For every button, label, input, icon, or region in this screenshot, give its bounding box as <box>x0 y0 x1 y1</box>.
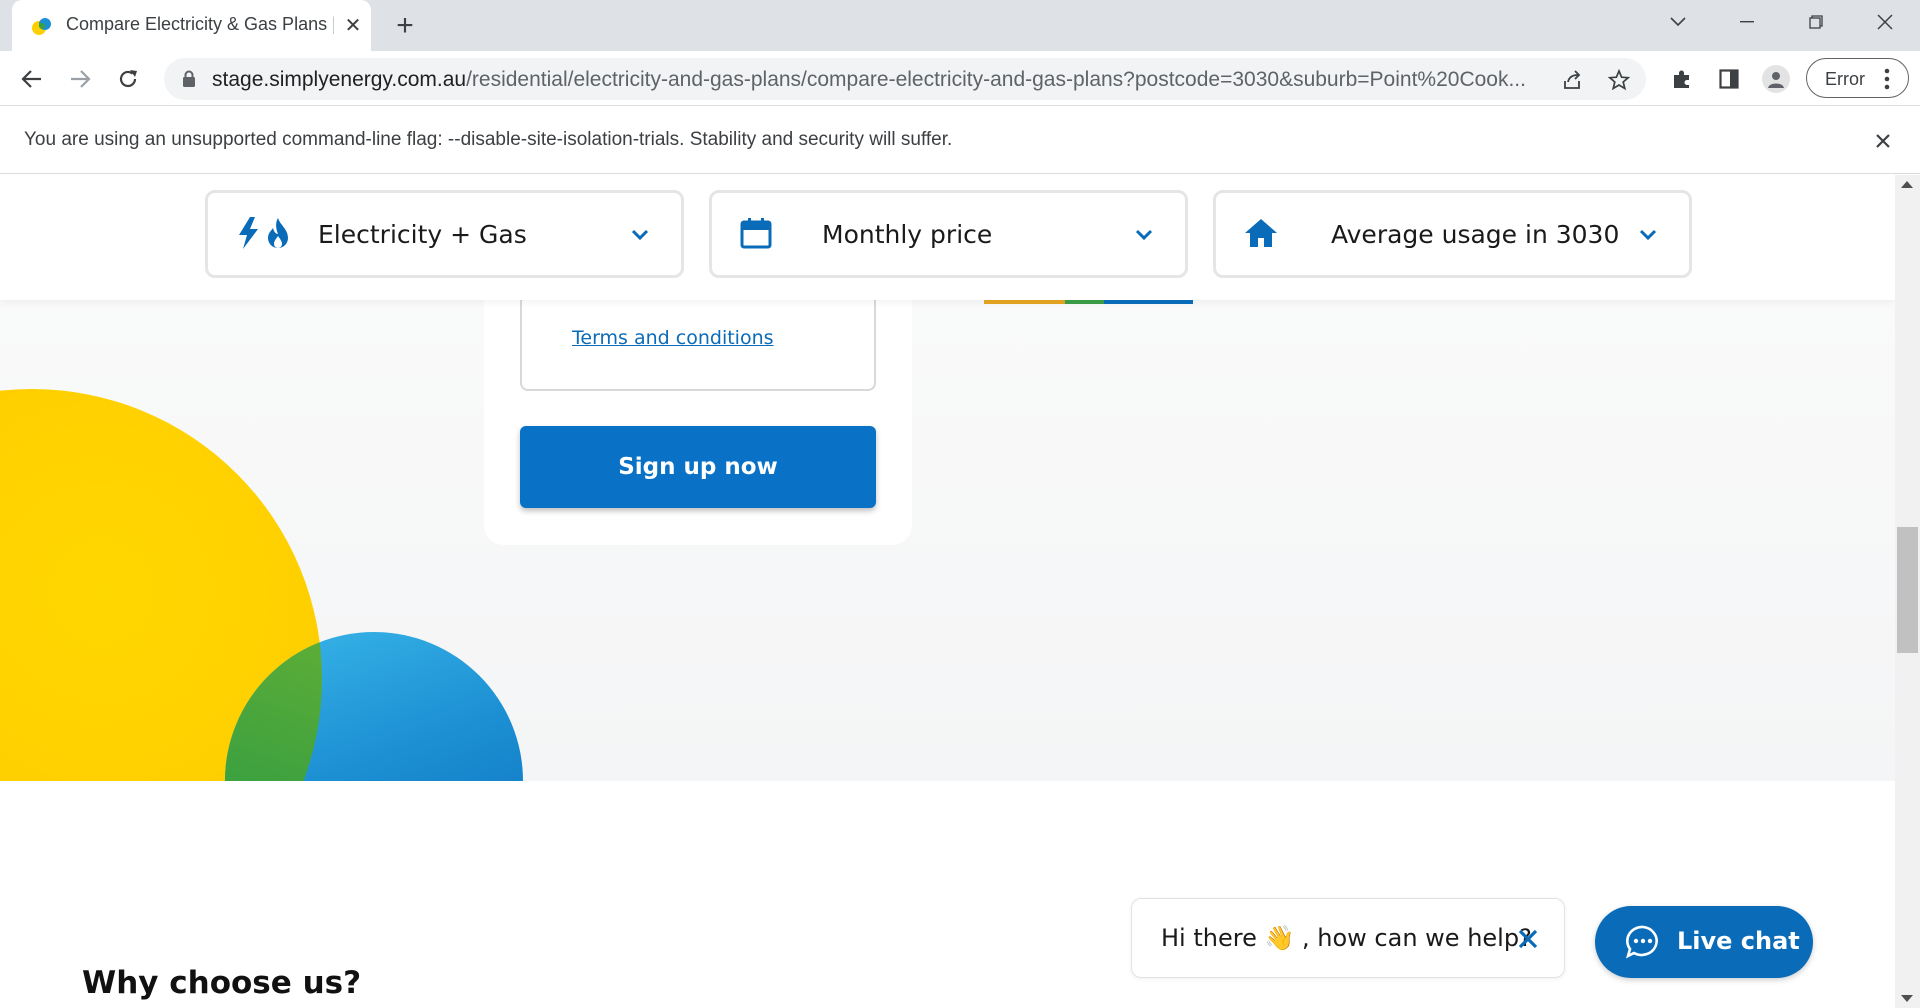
infobar-close-icon[interactable] <box>1870 128 1896 154</box>
price-period-label: Monthly price <box>822 220 993 249</box>
minimize-icon[interactable] <box>1727 8 1767 36</box>
sign-up-now-button[interactable]: Sign up now <box>520 426 876 508</box>
restore-icon[interactable] <box>1796 8 1836 36</box>
scroll-down-arrow-icon[interactable] <box>1901 995 1913 1002</box>
site-favicon-icon <box>32 18 51 35</box>
lock-icon[interactable] <box>182 70 196 88</box>
terms-and-conditions-link[interactable]: Terms and conditions <box>572 327 774 349</box>
side-panel-icon[interactable] <box>1716 66 1742 92</box>
tab-title: Compare Electricity & Gas Plans | Simply… <box>66 14 334 34</box>
extensions-icon[interactable] <box>1669 66 1695 92</box>
energy-type-label: Electricity + Gas <box>318 220 527 249</box>
scroll-up-arrow-icon[interactable] <box>1901 181 1913 188</box>
scrollbar-thumb[interactable] <box>1897 527 1918 653</box>
wave-emoji-icon: 👋 <box>1264 924 1295 952</box>
energy-type-selector[interactable]: Electricity + Gas <box>205 190 684 278</box>
chat-greeting-suffix: , how can we help? <box>1302 924 1532 952</box>
home-icon <box>1244 215 1278 251</box>
chevron-down-icon <box>1135 229 1153 241</box>
address-bar[interactable]: stage.simplyenergy.com.au/residential/el… <box>164 58 1646 100</box>
chat-bubble-icon <box>1625 925 1658 959</box>
page-viewport: Terms and conditions Sign up now Electri… <box>0 175 1895 1008</box>
overlap-graphic <box>225 632 322 781</box>
usage-label: Average usage in 3030 <box>1331 220 1620 249</box>
price-period-selector[interactable]: Monthly price <box>709 190 1188 278</box>
url-path: /residential/electricity-and-gas-plans/c… <box>466 68 1526 91</box>
tab-close-icon[interactable]: ✕ <box>341 13 365 37</box>
chat-greeting-prefix: Hi there <box>1161 924 1257 952</box>
usage-selector[interactable]: Average usage in 3030 <box>1213 190 1692 278</box>
live-chat-label: Live chat <box>1677 927 1800 955</box>
back-icon[interactable] <box>17 64 47 94</box>
infobar-message: You are using an unsupported command-lin… <box>24 129 953 150</box>
why-choose-us-heading: Why choose us? <box>82 965 362 1001</box>
new-tab-icon[interactable]: + <box>390 11 420 41</box>
chat-close-icon[interactable] <box>1516 927 1540 951</box>
profile-avatar-icon[interactable] <box>1762 65 1790 93</box>
unsupported-flag-infobar: You are using an unsupported command-lin… <box>0 107 1920 174</box>
forward-icon[interactable] <box>65 64 95 94</box>
earth-graphic <box>225 632 523 781</box>
close-window-icon[interactable] <box>1865 8 1905 36</box>
electricity-gas-icon <box>236 215 294 251</box>
browser-toolbar: stage.simplyenergy.com.au/residential/el… <box>0 51 1920 106</box>
bookmark-star-icon[interactable] <box>1607 68 1631 92</box>
browser-tabstrip: Compare Electricity & Gas Plans | Simply… <box>0 0 1920 51</box>
browser-tab[interactable]: Compare Electricity & Gas Plans | Simply… <box>12 0 371 51</box>
calendar-icon <box>740 215 772 251</box>
kebab-menu-icon[interactable] <box>1884 68 1890 90</box>
url-text[interactable]: stage.simplyenergy.com.au/residential/el… <box>212 68 1572 92</box>
page-scrollbar[interactable] <box>1895 175 1920 1008</box>
tab-search-icon[interactable] <box>1658 8 1698 36</box>
profile-error-button[interactable]: Error <box>1806 58 1909 98</box>
chevron-down-icon <box>1639 229 1657 241</box>
reload-icon[interactable] <box>113 64 143 94</box>
chevron-down-icon <box>631 229 649 241</box>
chat-greeting-text: Hi there 👋 , how can we help? <box>1161 924 1532 952</box>
share-icon[interactable] <box>1560 68 1584 92</box>
url-host: stage.simplyenergy.com.au <box>212 68 467 91</box>
chat-greeting-bubble: Hi there 👋 , how can we help? <box>1131 898 1565 978</box>
plan-filter-bar: Electricity + Gas Monthly price Average … <box>0 175 1895 300</box>
error-label: Error <box>1825 69 1865 89</box>
active-tab-underline <box>984 300 1193 304</box>
live-chat-button[interactable]: Live chat <box>1595 906 1813 978</box>
